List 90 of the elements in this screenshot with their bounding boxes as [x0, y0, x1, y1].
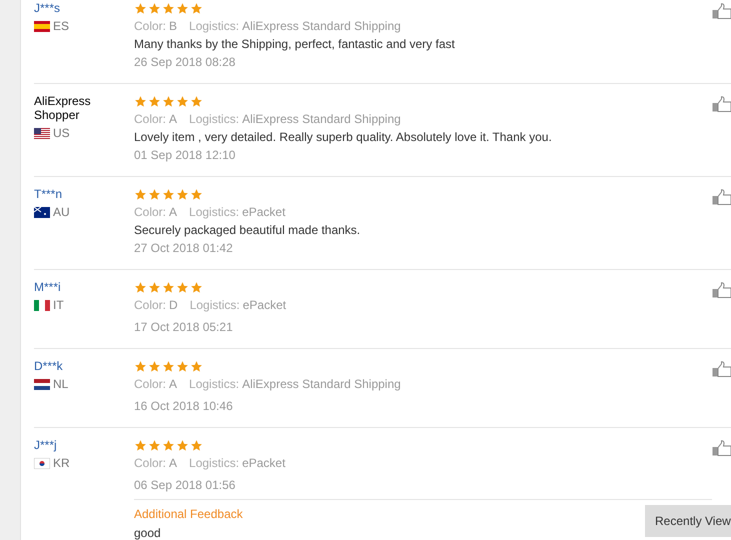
star-icon: [190, 2, 203, 14]
review-date: 17 Oct 2018 05:21: [134, 319, 234, 336]
star-icon: [176, 438, 189, 452]
color-label: Color:: [134, 376, 166, 393]
review-date: 01 Sep 2018 12:10: [134, 147, 236, 164]
reviewer-name: AliExpress Shopper: [34, 94, 92, 122]
flag-icon: [34, 458, 50, 468]
star-icon: [134, 188, 147, 200]
thumbs-up-icon[interactable]: [712, 189, 731, 205]
color-value: B: [169, 18, 178, 35]
logistics-value: AliExpress Standard Shipping: [242, 376, 401, 393]
color-label: Color:: [134, 18, 166, 35]
star-icon: [148, 188, 161, 200]
review-date: 16 Oct 2018 10:46: [134, 398, 234, 415]
flag-icon: [34, 20, 50, 32]
star-icon: [148, 438, 161, 452]
logistics-value: AliExpress Standard Shipping: [242, 111, 401, 128]
logistics-label: Logistics:: [189, 204, 240, 221]
star-icon: [134, 2, 147, 14]
logistics-value: ePacket: [242, 297, 286, 314]
star-icon: [176, 280, 189, 294]
logistics-label: Logistics:: [189, 111, 240, 128]
star-icon: [176, 188, 189, 200]
review-text: Lovely item , very detailed. Really superb quality. Absolutely love it. Thank you.: [134, 129, 553, 146]
country-code: ES: [53, 19, 70, 33]
country-code: US: [53, 126, 70, 140]
country-code: IT: [53, 298, 64, 312]
reviewer-name[interactable]: J***j: [34, 438, 104, 452]
star-icon: [176, 360, 189, 372]
flag-icon: [34, 128, 50, 138]
logistics-label: Logistics:: [190, 297, 240, 314]
flag-icon: [34, 378, 50, 390]
star-icon: [190, 94, 203, 108]
logistics-value: ePacket: [242, 204, 286, 221]
star-icon: [162, 2, 175, 14]
star-icon: [162, 280, 175, 294]
logistics-label: Logistics:: [189, 18, 240, 35]
star-icon: [176, 94, 189, 108]
logistics-value: ePacket: [242, 455, 286, 472]
star-icon: [134, 360, 147, 372]
star-icon: [190, 360, 203, 372]
thumbs-up-icon[interactable]: [712, 3, 731, 19]
logistics-value: AliExpress Standard Shipping: [242, 18, 401, 35]
country-code: AU: [53, 205, 70, 219]
star-icon: [148, 280, 161, 294]
review-text: Securely packaged beautiful made thanks.: [134, 222, 362, 239]
color-value: A: [169, 111, 178, 128]
flag-icon: [34, 300, 50, 310]
star-icon: [148, 94, 161, 108]
color-value: D: [169, 297, 178, 314]
color-value: A: [169, 455, 178, 472]
star-icon: [134, 280, 147, 294]
logistics-label: Logistics:: [189, 376, 240, 393]
reviewer-name[interactable]: J***s: [34, 1, 104, 15]
color-label: Color:: [134, 111, 166, 128]
review-text: Many thanks by the Shipping, perfect, fantastic and very fast: [134, 36, 456, 53]
star-icon: [134, 438, 147, 452]
thumbs-up-icon[interactable]: [712, 282, 731, 298]
additional-feedback-text: good: [134, 525, 161, 540]
star-icon: [162, 188, 175, 200]
review-date: 27 Oct 2018 01:42: [134, 240, 234, 257]
thumbs-up-icon[interactable]: [712, 361, 731, 377]
color-value: A: [169, 204, 178, 221]
star-icon: [190, 188, 203, 200]
logistics-label: Logistics:: [189, 455, 240, 472]
review-date: 26 Sep 2018 08:28: [134, 54, 236, 71]
star-icon: [190, 280, 203, 294]
star-icon: [162, 438, 175, 452]
color-value: A: [169, 376, 178, 393]
recently-viewed-button[interactable]: Recently View: [645, 505, 731, 537]
reviewer-name[interactable]: D***k: [34, 359, 104, 373]
star-icon: [134, 94, 147, 108]
reviewer-name[interactable]: T***n: [34, 187, 104, 201]
star-icon: [176, 2, 189, 14]
country-code: NL: [53, 377, 68, 391]
thumbs-up-icon[interactable]: [712, 440, 731, 456]
flag-icon: [34, 206, 50, 218]
star-icon: [162, 360, 175, 372]
thumbs-up-icon[interactable]: [712, 96, 731, 112]
reviewer-name[interactable]: M***i: [34, 280, 104, 294]
color-label: Color:: [134, 297, 166, 314]
review-date: 06 Sep 2018 01:56: [134, 477, 236, 494]
star-icon: [148, 360, 161, 372]
star-icon: [148, 2, 161, 14]
star-icon: [190, 438, 203, 452]
color-label: Color:: [134, 455, 166, 472]
additional-feedback-title: Additional Feedback: [134, 506, 243, 523]
star-icon: [162, 94, 175, 108]
country-code: KR: [53, 456, 70, 470]
color-label: Color:: [134, 204, 166, 221]
